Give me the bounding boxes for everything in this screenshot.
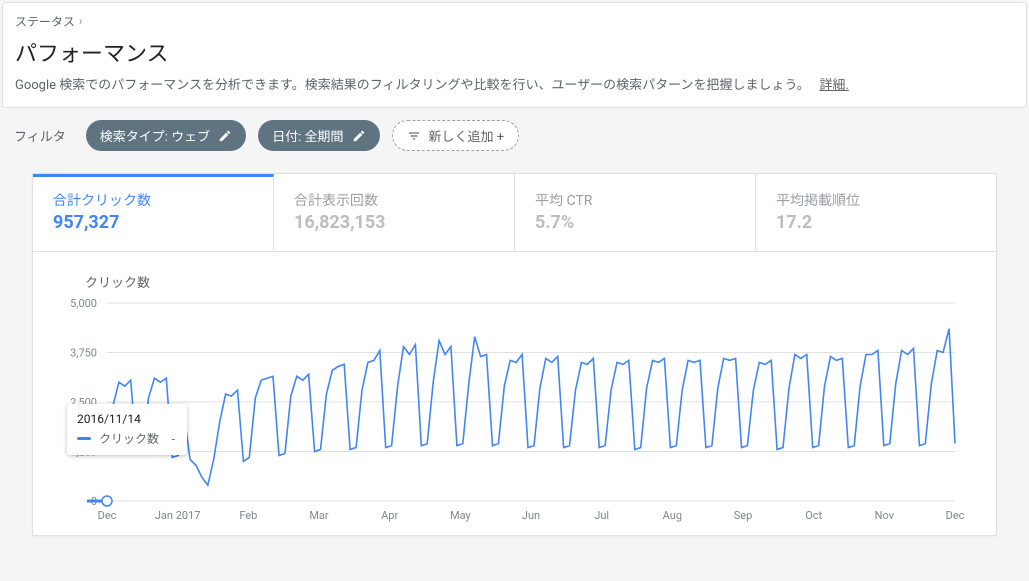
page-description-text: Google 検索でのパフォーマンスを分析できます。検索結果のフィルタリングや比… [15,78,810,93]
metric-value: 17.2 [776,212,976,233]
svg-text:Apr: Apr [381,509,398,522]
tooltip-color-swatch [77,437,91,440]
main-panel: 合計クリック数 957,327 合計表示回数 16,823,153 平均 CTR… [32,173,997,536]
svg-text:Sep: Sep [734,509,753,522]
metrics-row: 合計クリック数 957,327 合計表示回数 16,823,153 平均 CTR… [33,174,996,252]
tooltip-date: 2016/11/14 [77,412,175,426]
metric-value: 957,327 [53,212,253,233]
tab-total-clicks[interactable]: 合計クリック数 957,327 [33,174,274,251]
svg-text:Feb: Feb [239,509,257,522]
chevron-right-icon: › [79,15,82,28]
metric-value: 16,823,153 [294,212,494,233]
svg-text:May: May [450,509,472,522]
pencil-icon [218,129,232,143]
filter-list-icon [407,129,421,143]
metric-title: 合計クリック数 [53,190,253,210]
tooltip-metric-value: - [172,432,175,446]
tooltip-metric-name: クリック数 [99,430,164,447]
svg-text:Oct: Oct [805,509,822,522]
metric-title: 平均掲載順位 [776,190,976,210]
tab-average-position[interactable]: 平均掲載順位 17.2 [756,174,996,251]
filter-chip-add[interactable]: 新しく追加 + [392,120,520,151]
svg-text:3,750: 3,750 [70,347,97,360]
filter-bar: フィルタ 検索タイプ: ウェブ 日付: 全期間 新しく追加 + [0,108,1029,163]
filter-chip-date[interactable]: 日付: 全期間 [258,120,379,151]
metric-value: 5.7% [535,212,735,233]
chart-area: クリック数 01,2502,5003,7505,000DecJan 2017Fe… [33,252,996,535]
filter-chip-search-type[interactable]: 検索タイプ: ウェブ [86,120,246,151]
tab-total-impressions[interactable]: 合計表示回数 16,823,153 [274,174,515,251]
learn-more-link[interactable]: 詳細. [819,78,848,93]
tab-average-ctr[interactable]: 平均 CTR 5.7% [515,174,756,251]
svg-text:Dec: Dec [98,509,117,522]
svg-text:Nov: Nov [875,509,895,522]
metric-title: 合計表示回数 [294,190,494,210]
filter-chip-search-type-label: 検索タイプ: ウェブ [100,126,210,145]
filter-label: フィルタ [14,126,66,145]
filter-chip-date-label: 日付: 全期間 [272,126,343,145]
svg-text:Jun: Jun [522,509,540,522]
svg-text:Jan 2017: Jan 2017 [155,509,201,522]
chart-title: クリック数 [85,272,976,291]
breadcrumb[interactable]: ステータス › [15,13,1010,30]
svg-text:Aug: Aug [663,509,682,522]
svg-text:Dec: Dec [946,509,965,522]
chart-tooltip: 2016/11/14 クリック数 - [67,404,187,455]
metric-title: 平均 CTR [535,190,735,210]
page-description: Google 検索でのパフォーマンスを分析できます。検索結果のフィルタリングや比… [15,74,1010,93]
svg-text:Jul: Jul [594,509,609,522]
svg-text:5,000: 5,000 [70,297,97,310]
breadcrumb-parent[interactable]: ステータス [15,13,75,30]
header-card: ステータス › パフォーマンス Google 検索でのパフォーマンスを分析できま… [2,2,1027,108]
page-title: パフォーマンス [15,36,1010,68]
svg-text:Mar: Mar [309,509,329,522]
filter-chip-add-label: 新しく追加 + [429,126,505,145]
pencil-icon [352,129,366,143]
